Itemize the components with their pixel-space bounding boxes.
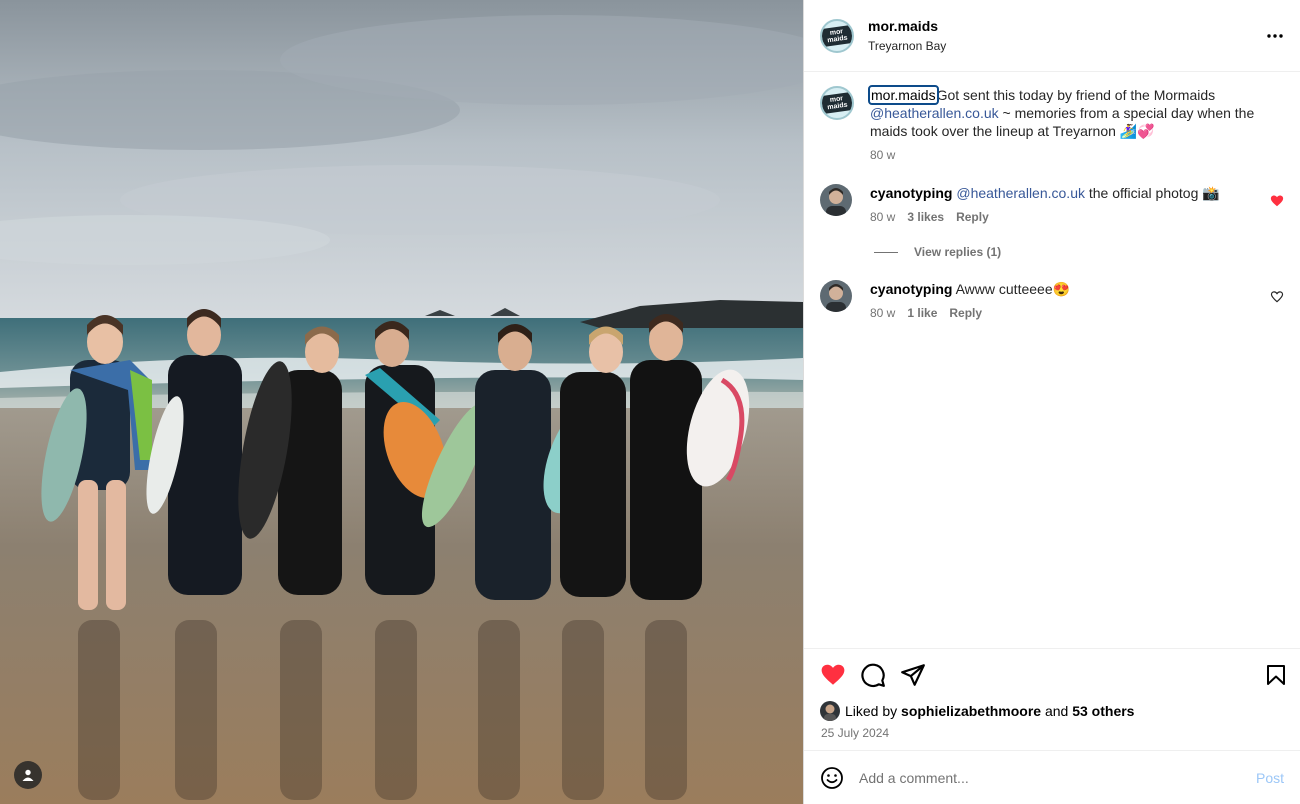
- liker-username[interactable]: sophielizabethmoore: [901, 703, 1041, 719]
- comment-like-filled-icon[interactable]: [1270, 194, 1284, 208]
- post-photo[interactable]: [0, 0, 804, 804]
- view-replies-label: View replies (1): [914, 245, 1002, 259]
- reply-button[interactable]: Reply: [949, 306, 982, 320]
- post-actions-bar: [804, 648, 1300, 700]
- likes-prefix: Liked by: [845, 703, 898, 719]
- caption: mor maids mor.maidsGot sent this today b…: [820, 85, 1284, 162]
- comment-likes[interactable]: 1 like: [907, 306, 937, 320]
- caption-time[interactable]: 80 w: [870, 148, 895, 162]
- heart-icon[interactable]: [820, 662, 846, 688]
- surfers-beach-image: [0, 0, 803, 804]
- user-tag-button[interactable]: [14, 761, 42, 789]
- comment-input[interactable]: [859, 769, 1256, 786]
- comment-likes[interactable]: 3 likes: [907, 210, 944, 224]
- liker-avatar[interactable]: [820, 701, 840, 721]
- likes-summary: Liked by sophielizabethmoore and 53 othe…: [804, 700, 1300, 722]
- liker-avatar-image: [820, 701, 840, 721]
- add-comment-bar: Post: [804, 750, 1300, 804]
- more-icon: [1267, 34, 1283, 38]
- commenter-avatar[interactable]: [820, 184, 852, 216]
- bookmark-icon[interactable]: [1264, 663, 1288, 687]
- comment-mention[interactable]: @heatherallen.co.uk: [956, 185, 1085, 201]
- post-header: mor maids mor.maids Treyarnon Bay: [804, 0, 1300, 72]
- comments-section: mor maids mor.maidsGot sent this today b…: [804, 72, 1300, 648]
- likes-others-link[interactable]: 53 others: [1072, 703, 1134, 719]
- post-location[interactable]: Treyarnon Bay: [868, 38, 946, 54]
- replies-divider: [874, 251, 898, 253]
- view-replies-button[interactable]: View replies (1): [874, 244, 1284, 260]
- comment-like-icon[interactable]: [1270, 290, 1284, 304]
- comment-username[interactable]: cyanotyping: [870, 281, 952, 297]
- caption-avatar[interactable]: mor maids: [820, 86, 854, 120]
- comment-username[interactable]: cyanotyping: [870, 185, 952, 201]
- comment-item: cyanotyping Awww cutteeee😍 80 w 1 like R…: [820, 280, 1284, 320]
- post-details-panel: mor maids mor.maids Treyarnon Bay mor ma…: [804, 0, 1300, 804]
- commenter-avatar-image: [820, 184, 852, 216]
- commenter-avatar[interactable]: [820, 280, 852, 312]
- avatar-logo-text: mor maids: [822, 91, 852, 115]
- avatar-logo-text: mor maids: [822, 24, 852, 47]
- author-username[interactable]: mor.maids: [868, 17, 946, 35]
- caption-username[interactable]: mor.maids: [868, 85, 939, 105]
- comment-text: Awww cutteeee😍: [955, 281, 1071, 297]
- post-comment-button[interactable]: Post: [1256, 770, 1284, 786]
- share-icon[interactable]: [900, 662, 926, 688]
- caption-mention[interactable]: @heatherallen.co.uk: [870, 105, 999, 121]
- post-date[interactable]: 25 July 2024: [804, 722, 1300, 750]
- reply-button[interactable]: Reply: [956, 210, 989, 224]
- comment-time[interactable]: 80 w: [870, 210, 895, 224]
- author-avatar[interactable]: mor maids: [820, 18, 854, 53]
- comment-time[interactable]: 80 w: [870, 306, 895, 320]
- comment-text: the official photog 📸: [1084, 185, 1220, 201]
- commenter-avatar-image: [820, 280, 852, 312]
- caption-text: Got sent this today by friend of the Mor…: [936, 87, 1216, 103]
- emoji-icon[interactable]: [820, 766, 844, 790]
- comment-item: cyanotyping @heatherallen.co.uk the offi…: [820, 184, 1284, 224]
- comment-icon[interactable]: [860, 662, 886, 688]
- likes-and: and: [1044, 703, 1069, 719]
- user-tag-icon: [22, 769, 34, 781]
- more-options-button[interactable]: [1266, 26, 1284, 46]
